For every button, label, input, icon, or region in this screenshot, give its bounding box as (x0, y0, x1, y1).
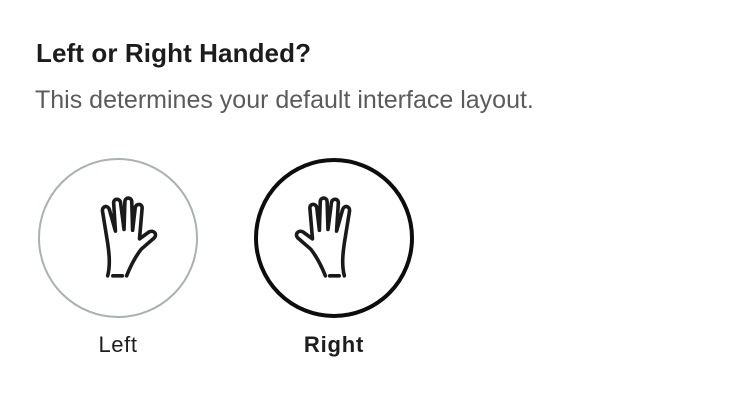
left-hand-circle[interactable] (38, 158, 198, 318)
left-hand-option[interactable]: Left (38, 158, 198, 358)
right-hand-option[interactable]: Right (254, 158, 414, 358)
handedness-panel: Left or Right Handed? This determines yo… (0, 0, 739, 419)
right-hand-circle[interactable] (254, 158, 414, 318)
question-description: This determines your default interface l… (35, 86, 534, 114)
question-title: Left or Right Handed? (36, 38, 312, 68)
right-option-label: Right (303, 332, 365, 357)
right-hand-icon (294, 196, 352, 278)
left-hand-icon (100, 196, 158, 278)
left-option-label: Left (98, 332, 138, 357)
